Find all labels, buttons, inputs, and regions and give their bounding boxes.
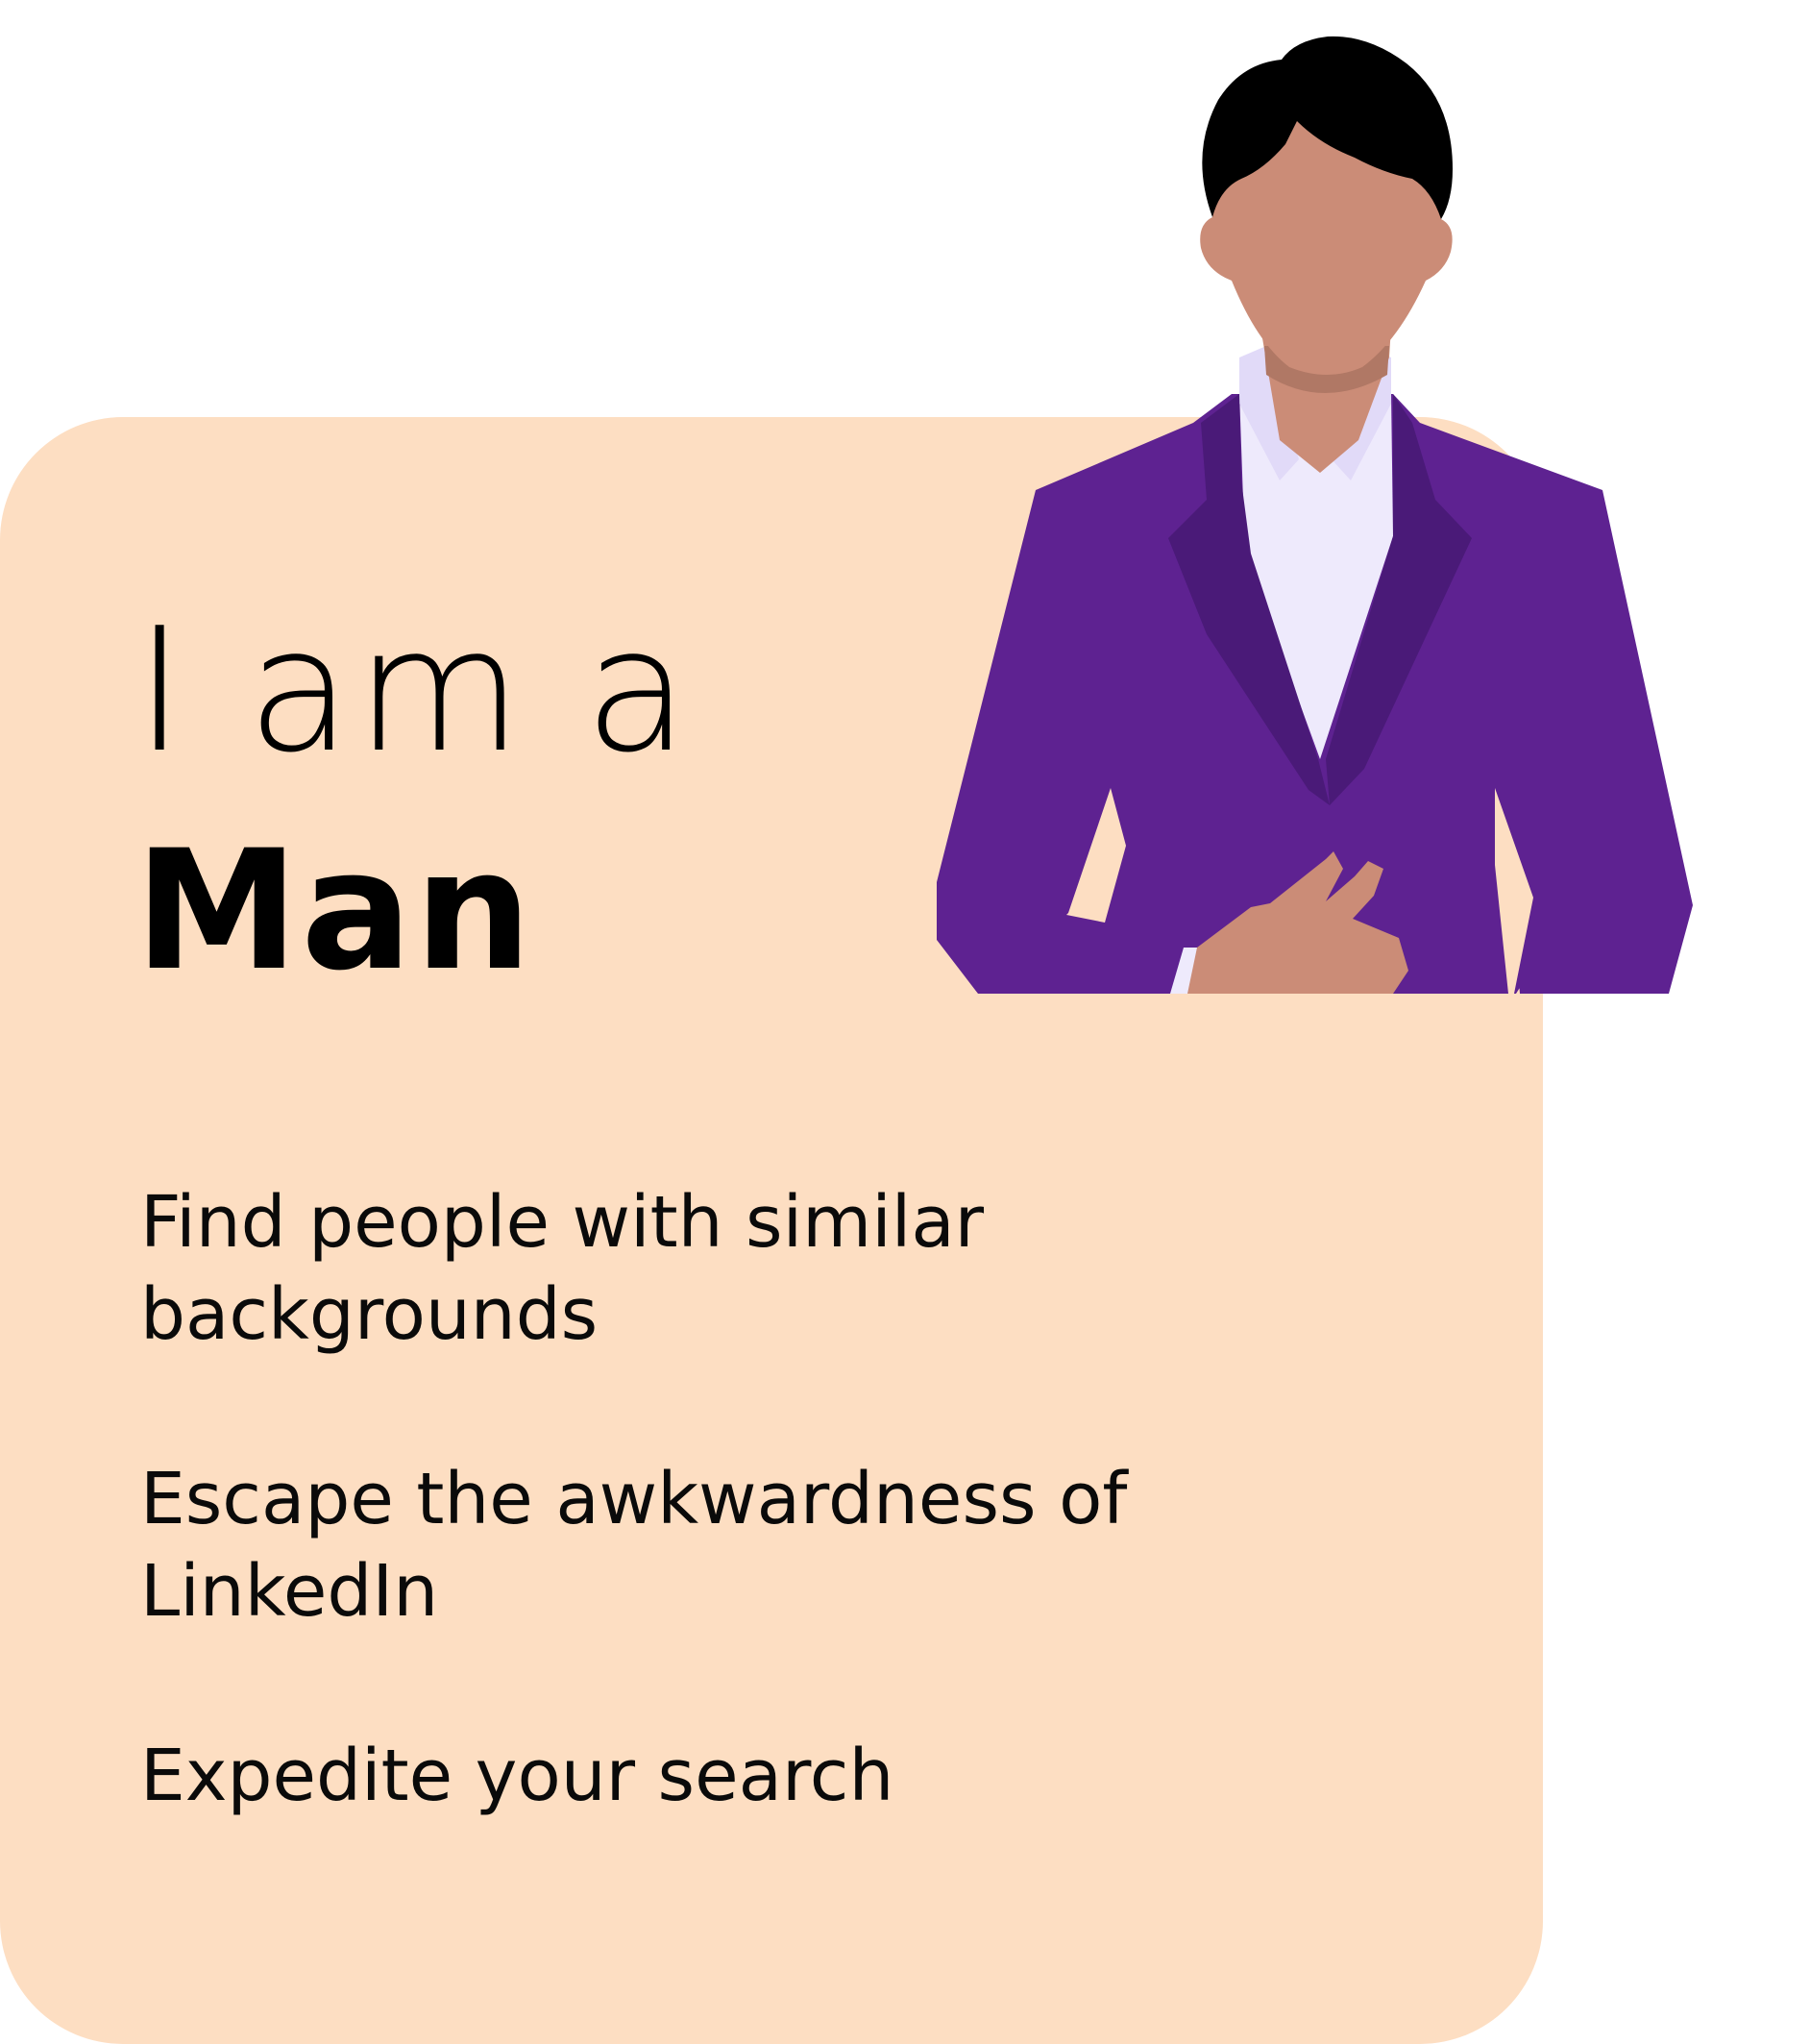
benefit-expedite-search: Expedite your search xyxy=(140,1735,894,1817)
man-in-purple-suit-icon xyxy=(922,29,1710,999)
heading-intro: I am a xyxy=(135,591,694,790)
benefit-find-people: Find people with similar backgrounds xyxy=(140,1181,985,1356)
heading-identity: Man xyxy=(135,814,534,1007)
benefit-escape-linkedin: Escape the awkwardness of LinkedIn xyxy=(140,1458,1128,1633)
page: I am a Man Find people with similar back… xyxy=(0,0,1810,2044)
